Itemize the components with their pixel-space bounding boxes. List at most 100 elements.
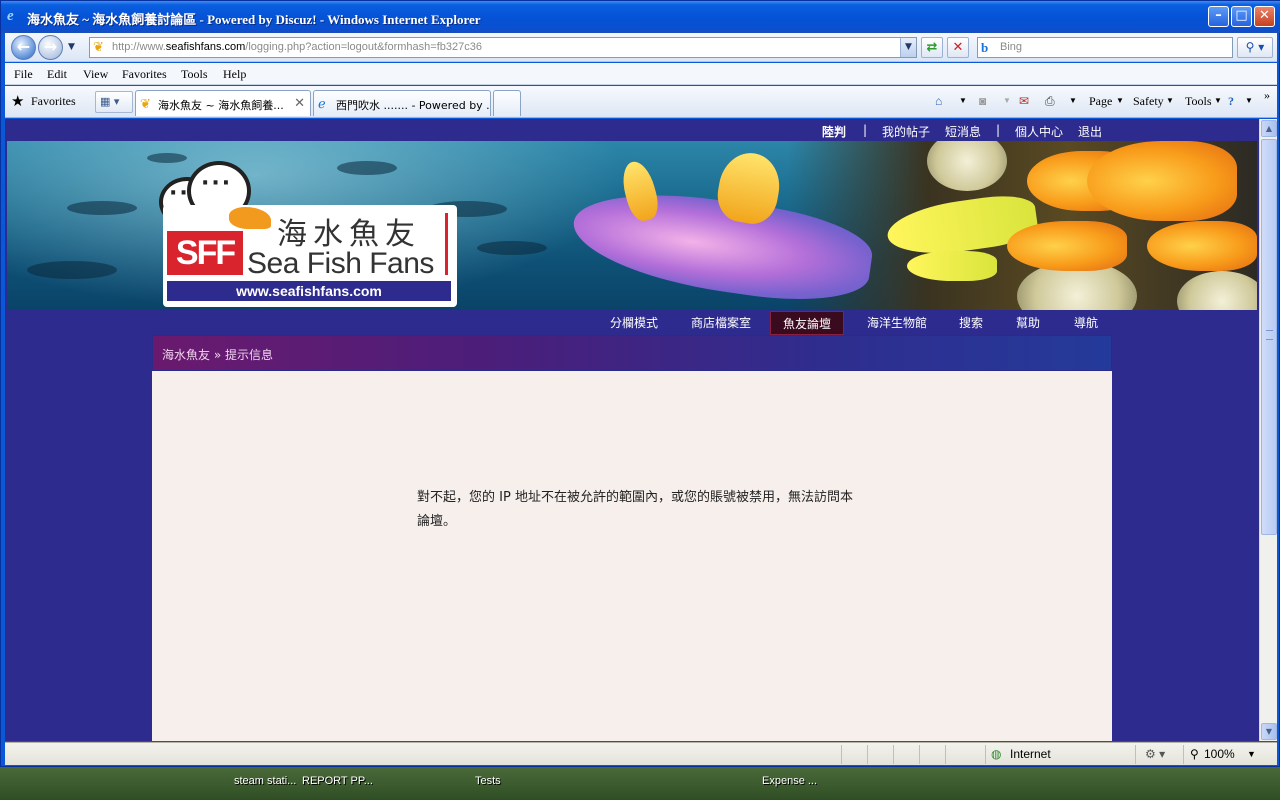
nav-column-mode[interactable]: 分欄模式 — [598, 311, 670, 335]
nav-forum[interactable]: 魚友論壇 — [770, 311, 845, 335]
menu-bar: File Edit View Favorites Tools Help — [5, 63, 1277, 85]
globe-icon: ◍ — [991, 747, 1002, 761]
tab-second[interactable]: ℯ 西門吹水 ....... - Powered by ... — [313, 90, 491, 116]
back-button[interactable]: ← — [11, 35, 36, 60]
new-tab-button[interactable] — [493, 90, 521, 116]
zoom-dropdown-icon[interactable]: ▼ — [1247, 749, 1256, 759]
tab-active[interactable]: ❦ 海水魚友 ~ 海水魚飼養... ✕ — [135, 90, 311, 116]
print-icon[interactable]: ⎙ — [1045, 94, 1055, 109]
messages-link[interactable]: 短消息 — [945, 123, 981, 140]
zone-label: Internet — [1010, 747, 1051, 761]
userbar-separator: | — [863, 123, 868, 137]
safety-menu[interactable]: Safety — [1133, 94, 1164, 109]
my-posts-link[interactable]: 我的帖子 — [882, 123, 930, 140]
stop-button[interactable]: ✕ — [947, 37, 969, 58]
zoom-level[interactable]: 100% — [1204, 747, 1235, 761]
logo-english-name: Sea Fish Fans — [247, 247, 434, 280]
breadcrumb-home[interactable]: 海水魚友 — [162, 348, 210, 362]
title-bar[interactable]: e 海水魚友 ~ 海水魚飼養討論區 - Powered by Discuz! -… — [1, 1, 1280, 33]
minimize-button[interactable]: – — [1208, 6, 1229, 27]
logo-url: www.seafishfans.com — [167, 281, 451, 301]
help-dropdown-icon[interactable]: ▼ — [1245, 96, 1253, 105]
nav-search[interactable]: 搜索 — [947, 311, 995, 335]
page-menu[interactable]: Page — [1089, 94, 1112, 109]
search-placeholder: Bing — [1000, 41, 1023, 53]
status-bar: ◍ Internet ⚙ ▾ ⚲ 100% ▼ — [5, 742, 1277, 765]
close-button[interactable]: ✕ — [1254, 6, 1275, 27]
print-dropdown-icon[interactable]: ▼ — [1069, 96, 1077, 105]
search-button[interactable]: ⚲ ▾ — [1237, 37, 1273, 58]
orange-fish — [1007, 221, 1127, 271]
tab-close-icon[interactable]: ✕ — [294, 95, 305, 111]
taskbar-item[interactable]: Tests — [475, 775, 501, 787]
taskbar: steam stati... REPORT PP... Tests Expens… — [0, 767, 1280, 800]
recent-pages-dropdown-icon[interactable]: ▼ — [68, 42, 75, 52]
quick-tabs-button[interactable]: ▦ ▾ — [95, 91, 133, 113]
mail-icon[interactable]: ✉ — [1019, 94, 1029, 109]
main-nav: 分欄模式 商店檔案室 魚友論壇 海洋生物館 搜索 幫助 導航 — [5, 311, 1259, 335]
menu-favorites[interactable]: Favorites — [122, 67, 167, 82]
scroll-down-icon[interactable]: ▼ — [1261, 723, 1277, 740]
address-dropdown-icon[interactable]: ▼ — [900, 38, 916, 57]
menu-edit[interactable]: Edit — [47, 67, 67, 82]
maximize-button[interactable]: □ — [1231, 6, 1252, 27]
site-logo[interactable]: ·· ··· SFF 海水魚友 Sea Fish Fans www.seafis… — [155, 161, 457, 307]
breadcrumb: 海水魚友 » 提示信息 — [152, 335, 1112, 371]
home-dropdown-icon[interactable]: ▼ — [959, 96, 967, 105]
taskbar-item[interactable]: Expense ... — [762, 775, 817, 787]
page-dropdown-icon: ▼ — [1116, 96, 1124, 105]
address-url[interactable]: http://www.seafishfans.com/logging.php?a… — [112, 41, 482, 53]
logout-link[interactable]: 退出 — [1078, 123, 1102, 140]
orange-fish — [1147, 221, 1257, 271]
bubble-dots: ·· — [169, 181, 190, 206]
taskbar-item[interactable]: REPORT PP... — [302, 775, 373, 787]
site-favicon-icon: ❦ — [140, 96, 151, 111]
scroll-up-icon[interactable]: ▲ — [1261, 120, 1277, 137]
ie-logo-icon: e — [7, 8, 14, 24]
help-icon[interactable]: ? — [1228, 94, 1234, 109]
feeds-dropdown-icon[interactable]: ▼ — [1003, 96, 1011, 105]
menu-help[interactable]: Help — [223, 67, 246, 82]
userbar-separator: | — [996, 123, 1001, 137]
search-input[interactable]: b Bing — [977, 37, 1233, 58]
profile-link[interactable]: 個人中心 — [1015, 123, 1063, 140]
site-banner: ·· ··· SFF 海水魚友 Sea Fish Fans www.seafis… — [7, 141, 1257, 310]
vertical-scrollbar[interactable]: ▲ ▼ — [1259, 119, 1277, 741]
address-input[interactable]: ❦ http://www.seafishfans.com/logging.php… — [89, 37, 917, 58]
error-message: 對不起，您的 IP 地址不在被允許的範圍內，或您的賬號被禁用，無法訪問本論壇。 — [417, 490, 853, 529]
favorites-star-icon[interactable]: ★ — [11, 92, 24, 110]
ie-page-icon: ℯ — [318, 96, 326, 111]
tools-dropdown-icon: ▼ — [1214, 96, 1222, 105]
logo-red-bar — [445, 213, 448, 275]
taskbar-item[interactable]: steam stati... — [234, 775, 296, 787]
site-favicon-icon: ❦ — [93, 40, 104, 55]
breadcrumb-current: 提示信息 — [225, 348, 274, 362]
window-title: 海水魚友 ~ 海水魚飼養討論區 - Powered by Discuz! - W… — [27, 12, 481, 27]
login-link[interactable]: 陸判 — [822, 123, 846, 140]
menu-file[interactable]: File — [14, 67, 33, 82]
bing-icon: b — [981, 40, 989, 55]
forward-button[interactable]: → — [38, 35, 63, 60]
nav-help[interactable]: 幫助 — [1004, 311, 1052, 335]
zoom-icon[interactable]: ⚲ — [1190, 747, 1199, 761]
menu-tools[interactable]: Tools — [181, 67, 208, 82]
orange-fish — [1087, 141, 1237, 221]
address-bar-row: ← → ▼ ❦ http://www.seafishfans.com/loggi… — [5, 33, 1277, 62]
fish-silhouette — [27, 261, 117, 279]
home-icon[interactable]: ⌂ — [935, 94, 942, 109]
menu-view[interactable]: View — [83, 67, 108, 82]
user-bar: 陸判 | 我的帖子 短消息 | 個人中心 退出 — [5, 119, 1259, 141]
nav-aquarium[interactable]: 海洋生物館 — [855, 311, 939, 335]
feeds-icon[interactable]: ◙ — [979, 94, 986, 109]
nav-shop-archive[interactable]: 商店檔案室 — [679, 311, 763, 335]
tools-menu[interactable]: Tools — [1185, 94, 1212, 109]
protected-mode-icon[interactable]: ⚙ ▾ — [1145, 747, 1165, 761]
nav-navigation[interactable]: 導航 — [1062, 311, 1110, 335]
chevron-more-icon[interactable]: » — [1264, 88, 1270, 103]
ie-window: e 海水魚友 ~ 海水魚飼養討論區 - Powered by Discuz! -… — [0, 0, 1280, 767]
favorites-button[interactable]: Favorites — [31, 94, 76, 109]
fish-silhouette — [67, 201, 137, 215]
yellow-fish — [907, 251, 997, 281]
scroll-thumb[interactable] — [1261, 139, 1277, 535]
refresh-button[interactable]: ⇄ — [921, 37, 943, 58]
